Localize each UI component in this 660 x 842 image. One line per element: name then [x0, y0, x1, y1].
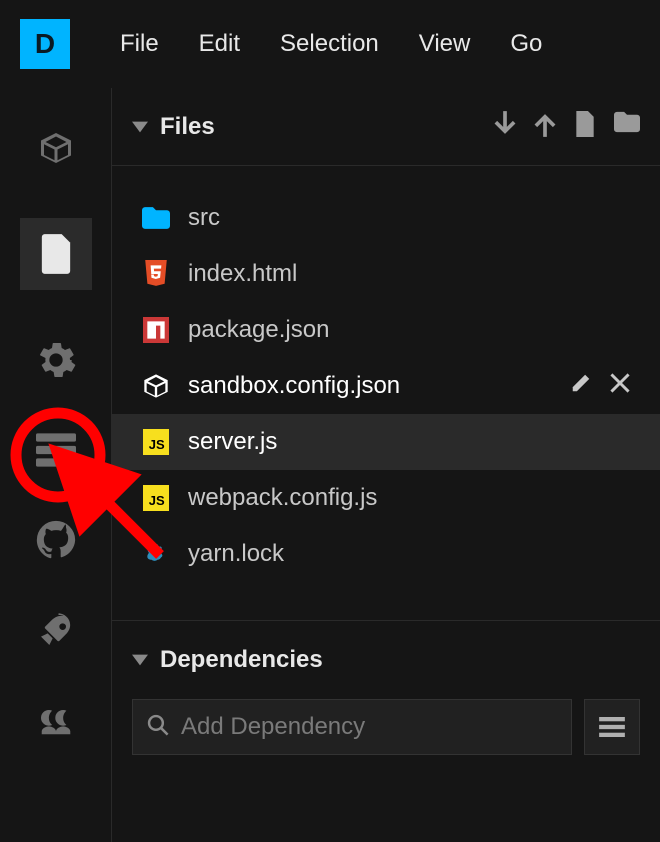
file-name: yarn.lock: [188, 540, 630, 568]
files-icon[interactable]: [20, 218, 92, 290]
dependencies-section-title: Dependencies: [160, 646, 323, 674]
search-icon: [147, 714, 169, 741]
dependencies-menu-button[interactable]: [584, 699, 640, 755]
dependencies-section-header[interactable]: Dependencies: [112, 621, 660, 699]
file-row-folder[interactable]: src: [112, 190, 660, 246]
file-row[interactable]: JS server.js: [112, 414, 660, 470]
add-dependency-input[interactable]: [181, 713, 557, 741]
menu-file[interactable]: File: [120, 30, 159, 58]
file-name: src: [188, 204, 630, 232]
file-row[interactable]: sandbox.config.json: [112, 358, 660, 414]
menu-selection[interactable]: Selection: [280, 30, 379, 58]
menubar: D File Edit Selection View Go: [0, 0, 660, 88]
activity-bar: [0, 88, 112, 842]
npm-icon: [142, 316, 170, 344]
file-row[interactable]: yarn.lock: [112, 526, 660, 582]
menu-go[interactable]: Go: [510, 30, 542, 58]
sandbox-icon[interactable]: [36, 128, 76, 168]
close-icon[interactable]: [610, 372, 630, 401]
svg-text:JS: JS: [149, 493, 165, 508]
file-row[interactable]: JS webpack.config.js: [112, 470, 660, 526]
sidebar: Files src index.html: [112, 88, 660, 842]
files-section-actions: [494, 111, 640, 142]
js-icon: JS: [142, 428, 170, 456]
server-icon[interactable]: [36, 430, 76, 470]
file-name: sandbox.config.json: [188, 372, 552, 400]
html-icon: [142, 260, 170, 288]
settings-icon[interactable]: [36, 340, 76, 380]
download-icon[interactable]: [494, 111, 516, 142]
js-icon: JS: [142, 484, 170, 512]
yarn-icon: [142, 540, 170, 568]
live-icon[interactable]: [36, 700, 76, 740]
menu-view[interactable]: View: [419, 30, 471, 58]
file-list: src index.html package.json sandbox.conf…: [112, 166, 660, 621]
file-row[interactable]: package.json: [112, 302, 660, 358]
upload-icon[interactable]: [534, 111, 556, 142]
files-section-header[interactable]: Files: [112, 88, 660, 166]
dependencies-input-row: [112, 699, 660, 755]
files-section-title: Files: [160, 113, 482, 141]
github-icon[interactable]: [36, 520, 76, 560]
chevron-down-icon: [132, 121, 148, 133]
codesandbox-icon: [142, 372, 170, 400]
folder-icon: [142, 204, 170, 232]
file-name: server.js: [188, 428, 630, 456]
new-folder-icon[interactable]: [614, 111, 640, 142]
add-dependency-input-wrapper[interactable]: [132, 699, 572, 755]
menu-edit[interactable]: Edit: [199, 30, 240, 58]
file-name: index.html: [188, 260, 630, 288]
logo[interactable]: D: [20, 19, 70, 69]
edit-icon[interactable]: [570, 372, 592, 401]
file-row[interactable]: index.html: [112, 246, 660, 302]
file-name: package.json: [188, 316, 630, 344]
file-name: webpack.config.js: [188, 484, 630, 512]
deploy-icon[interactable]: [36, 610, 76, 650]
new-file-icon[interactable]: [574, 111, 596, 142]
chevron-down-icon: [132, 654, 148, 666]
svg-text:JS: JS: [149, 437, 165, 452]
